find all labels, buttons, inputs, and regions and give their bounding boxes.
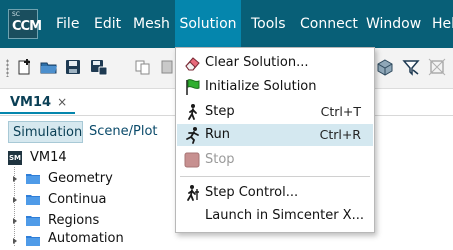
menu-window[interactable]: Window bbox=[366, 0, 421, 48]
menu-item-shortcut: Ctrl+R bbox=[319, 127, 361, 142]
save-as-icon[interactable] bbox=[90, 58, 108, 76]
folder-icon bbox=[26, 216, 40, 226]
menu-item-stop[interactable]: Stop bbox=[177, 149, 373, 171]
copy-icon[interactable] bbox=[134, 58, 152, 76]
menu-item-label: Launch in Simcenter X... bbox=[205, 208, 364, 223]
menu-item-clear-solution[interactable]: Clear Solution... bbox=[177, 52, 373, 74]
menu-solution[interactable]: Solution bbox=[175, 0, 241, 48]
logo-top-text: SC bbox=[12, 11, 20, 18]
menu-file[interactable]: File bbox=[56, 0, 79, 48]
menu-help[interactable]: Hel bbox=[432, 0, 453, 48]
open-folder-icon[interactable] bbox=[40, 58, 58, 76]
tab-scene-plot[interactable]: Scene/Plot bbox=[85, 121, 162, 143]
new-simulation-icon[interactable] bbox=[16, 58, 34, 76]
solution-menu: Clear Solution... Initialize Solution St… bbox=[175, 47, 375, 233]
stop-square-icon bbox=[184, 152, 200, 168]
save-icon[interactable] bbox=[64, 58, 82, 76]
folder-icon bbox=[26, 195, 40, 205]
menu-item-label: Run bbox=[205, 127, 230, 142]
expand-arrow-icon[interactable] bbox=[11, 237, 19, 245]
folder-icon bbox=[26, 174, 40, 184]
menu-item-step[interactable]: Step Ctrl+T bbox=[177, 101, 373, 123]
menu-tools[interactable]: Tools bbox=[251, 0, 286, 48]
tab-vm14[interactable]: VM14 × bbox=[0, 89, 76, 114]
tree-node-geometry[interactable]: Geometry bbox=[48, 168, 113, 190]
running-figure-icon bbox=[186, 127, 199, 144]
logo-main-text: CCM bbox=[12, 19, 42, 34]
walking-figure-icon bbox=[188, 104, 197, 120]
tab-simulation[interactable]: Simulation bbox=[8, 121, 83, 143]
menu-connect[interactable]: Connect bbox=[300, 0, 358, 48]
tree-node-continua[interactable]: Continua bbox=[48, 189, 106, 211]
menu-item-label: Step bbox=[205, 104, 235, 119]
green-flag-icon bbox=[186, 79, 200, 95]
menu-item-shortcut: Ctrl+T bbox=[320, 104, 361, 119]
menu-item-label: Initialize Solution bbox=[205, 79, 317, 94]
part-cube-icon[interactable] bbox=[376, 58, 394, 76]
menu-mesh[interactable]: Mesh bbox=[133, 0, 170, 48]
expand-arrow-icon[interactable] bbox=[11, 175, 19, 183]
tab-vm14-label: VM14 bbox=[10, 95, 52, 110]
menu-item-label: Stop bbox=[205, 152, 235, 167]
menu-bar: SC CCM File Edit Mesh Solution Tools Con… bbox=[0, 0, 453, 48]
simulation-root-icon: SM bbox=[8, 151, 22, 165]
app-logo: SC CCM bbox=[8, 9, 42, 39]
eraser-icon bbox=[185, 57, 200, 71]
menu-item-label: Step Control... bbox=[205, 185, 299, 200]
menu-item-launch-simcenter-x[interactable]: Launch in Simcenter X... bbox=[177, 205, 373, 227]
menu-edit[interactable]: Edit bbox=[94, 0, 121, 48]
toolbar-grip[interactable] bbox=[6, 59, 9, 77]
tree-root-label[interactable]: VM14 bbox=[30, 147, 67, 169]
expand-arrow-icon[interactable] bbox=[11, 196, 19, 204]
folder-icon bbox=[26, 236, 40, 246]
menu-item-label: Clear Solution... bbox=[205, 55, 309, 70]
close-icon[interactable]: × bbox=[57, 95, 67, 109]
menu-separator bbox=[180, 176, 370, 177]
filter-icon[interactable] bbox=[402, 58, 420, 76]
menu-item-run[interactable]: Run Ctrl+R bbox=[177, 124, 373, 146]
bounding-box-icon[interactable] bbox=[428, 58, 446, 76]
step-control-icon bbox=[187, 185, 199, 201]
menu-item-initialize-solution[interactable]: Initialize Solution bbox=[177, 76, 373, 98]
expand-arrow-icon[interactable] bbox=[11, 217, 19, 225]
menu-item-step-control[interactable]: Step Control... bbox=[177, 182, 373, 204]
